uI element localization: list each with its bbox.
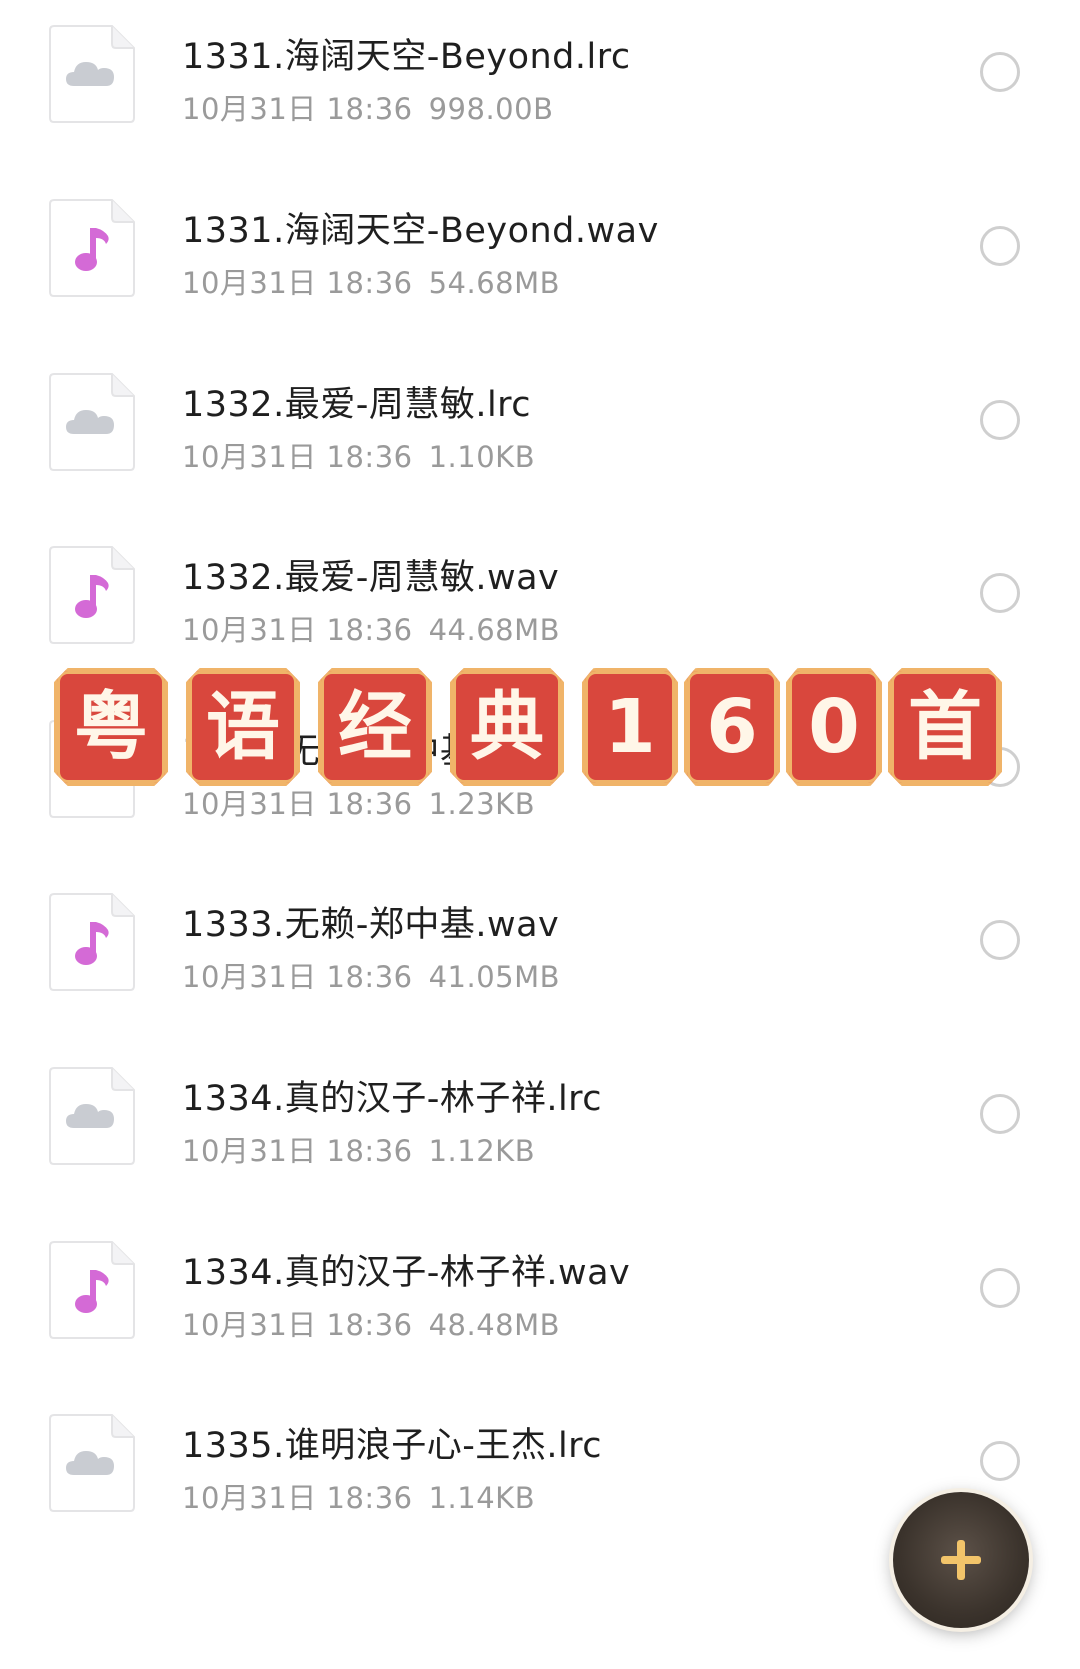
file-size: 1.12KB [428,1134,536,1168]
file-date: 10月31日 18:36 [182,266,413,300]
file-date: 10月31日 18:36 [182,92,413,126]
file-row[interactable]: 1334.真的汉子-林子祥.lrc 10月31日 18:36 1.12KB [0,1042,1080,1192]
file-meta: 10月31日 18:36 44.68MB [182,607,560,649]
file-row[interactable]: 1332.最爱-周慧敏.lrc 10月31日 18:36 1.10KB [0,348,1080,498]
file-meta: 10月31日 18:36 998.00B [182,86,553,128]
file-meta: 10月31日 18:36 41.05MB [182,954,560,996]
file-meta: 10月31日 18:36 1.14KB [182,1475,535,1517]
file-size: 998.00B [428,92,554,126]
overlay-banner: 粤语经典160首 [54,668,1020,788]
select-radio[interactable] [980,1094,1020,1134]
file-date: 10月31日 18:36 [182,440,413,474]
music-note-icon [48,1240,136,1340]
file-name: 1333.无赖-郑中基.wav [182,905,560,945]
file-size: 54.68MB [428,266,561,300]
banner-char-tile: 6 [684,668,780,786]
select-radio[interactable] [980,400,1020,440]
file-date: 10月31日 18:36 [182,613,413,647]
file-row[interactable]: 1331.海阔天空-Beyond.lrc 10月31日 18:36 998.00B [0,0,1080,150]
file-meta: 10月31日 18:36 1.12KB [182,1128,535,1170]
file-date: 10月31日 18:36 [182,960,413,994]
file-name: 1334.真的汉子-林子祥.wav [182,1253,631,1293]
file-size: 44.68MB [428,613,561,647]
file-name: 1332.最爱-周慧敏.lrc [182,385,532,425]
file-date: 10月31日 18:36 [182,787,413,821]
file-meta: 10月31日 18:36 54.68MB [182,260,560,302]
cloud-file-icon [48,1413,136,1513]
file-row[interactable]: 1332.最爱-周慧敏.wav 10月31日 18:36 44.68MB [0,521,1080,671]
file-row[interactable]: 1333.无赖-郑中基.wav 10月31日 18:36 41.05MB [0,868,1080,1018]
banner-char-tile: 语 [186,668,300,786]
select-radio[interactable] [980,52,1020,92]
file-name: 1331.海阔天空-Beyond.lrc [182,37,631,77]
plus-icon [941,1540,981,1580]
banner-char-tile: 典 [450,668,564,786]
file-meta: 10月31日 18:36 1.10KB [182,434,535,476]
select-radio[interactable] [980,1441,1020,1481]
add-fab-button[interactable] [893,1492,1029,1628]
cloud-file-icon [48,1066,136,1166]
music-note-icon [48,198,136,298]
file-name: 1334.真的汉子-林子祥.lrc [182,1079,603,1119]
file-size: 1.10KB [428,440,536,474]
file-meta: 10月31日 18:36 48.48MB [182,1302,560,1344]
file-date: 10月31日 18:36 [182,1308,413,1342]
file-date: 10月31日 18:36 [182,1481,413,1515]
banner-char-tile: 经 [318,668,432,786]
file-size: 1.14KB [428,1481,536,1515]
banner-char-tile: 0 [786,668,882,786]
select-radio[interactable] [980,920,1020,960]
cloud-file-icon [48,372,136,472]
music-note-icon [48,892,136,992]
file-size: 41.05MB [428,960,561,994]
select-radio[interactable] [980,1268,1020,1308]
file-size: 1.23KB [428,787,536,821]
cloud-file-icon [48,24,136,124]
banner-char-tile: 1 [582,668,678,786]
banner-char-tile: 首 [888,668,1002,786]
select-radio[interactable] [980,573,1020,613]
music-note-icon [48,545,136,645]
file-name: 1331.海阔天空-Beyond.wav [182,211,659,251]
file-row[interactable]: 1331.海阔天空-Beyond.wav 10月31日 18:36 54.68MB [0,174,1080,324]
file-size: 48.48MB [428,1308,561,1342]
file-name: 1332.最爱-周慧敏.wav [182,558,560,598]
select-radio[interactable] [980,226,1020,266]
banner-char-tile: 粤 [54,668,168,786]
file-name: 1335.谁明浪子心-王杰.lrc [182,1426,603,1466]
file-row[interactable]: 1334.真的汉子-林子祥.wav 10月31日 18:36 48.48MB [0,1216,1080,1366]
file-date: 10月31日 18:36 [182,1134,413,1168]
